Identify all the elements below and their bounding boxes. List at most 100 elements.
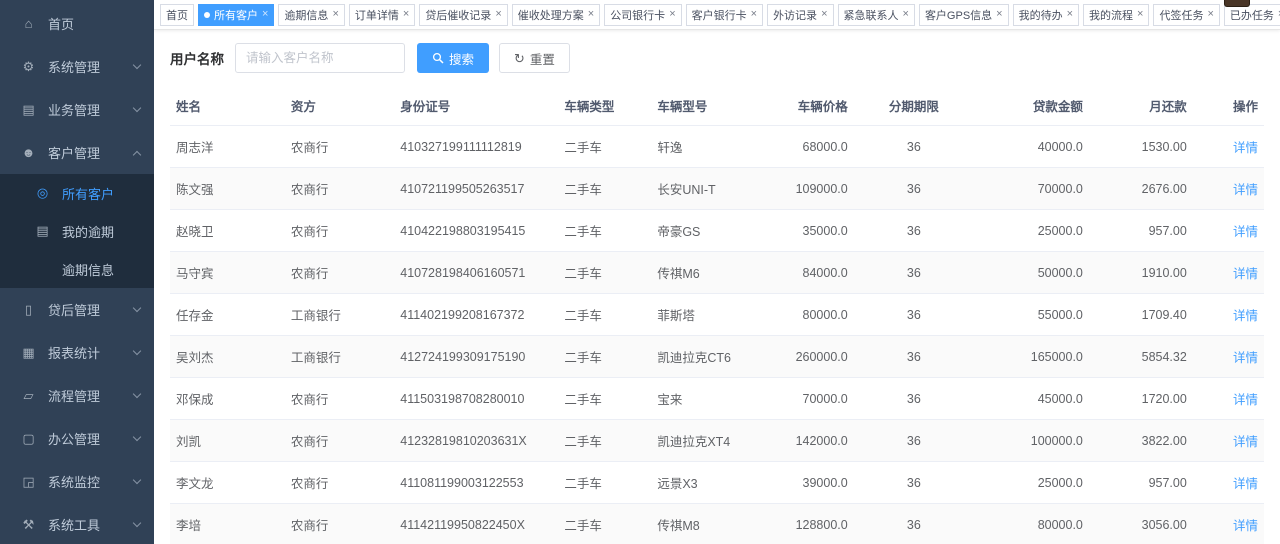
sidebar-subitem-我的逾期[interactable]: ▤我的逾期 [0,212,154,250]
search-button[interactable]: 搜索 [417,43,489,73]
cell-资方: 农商行 [285,378,394,420]
sidebar-item-客户管理[interactable]: ☻客户管理 [0,131,154,174]
cell-操作: 详情 [1193,168,1264,210]
column-header-车辆类型: 车辆类型 [558,86,651,126]
sidebar-item-label: 办公管理 [48,429,100,448]
tab-首页[interactable]: 首页 [160,4,194,26]
sidebar-item-系统工具[interactable]: ⚒系统工具 [0,503,154,544]
cell-姓名: 李文龙 [170,462,285,504]
cell-资方: 农商行 [285,126,394,168]
tab-客户银行卡[interactable]: 客户银行卡× [686,4,763,26]
detail-link[interactable]: 详情 [1233,435,1258,449]
office-icon: ▢ [20,431,37,447]
cell-姓名: 李培 [170,504,285,544]
cell-车辆类型: 二手车 [558,420,651,462]
cell-姓名: 马守宾 [170,252,285,294]
tab-close-icon[interactable]: × [821,9,827,20]
cell-操作: 详情 [1193,294,1264,336]
cell-姓名: 吴刘杰 [170,336,285,378]
detail-link[interactable]: 详情 [1233,267,1258,281]
sidebar-item-首页[interactable]: ⌂首页 [0,2,154,45]
tab-label: 客户GPS信息 [925,7,992,23]
reset-button[interactable]: ↻ 重置 [499,43,570,73]
sidebar-item-label: 流程管理 [48,386,100,405]
content-area: 用户名称 搜索 ↻ 重置 姓名资方身份证号车辆类型车辆型号车辆价格分期期限贷款金… [154,30,1280,544]
cell-资方: 农商行 [285,252,394,294]
cell-身份证号: 410728198406160571 [394,252,558,294]
sidebar-item-label: 业务管理 [48,100,100,119]
column-header-月还款: 月还款 [1089,86,1193,126]
refresh-icon: ↻ [514,52,525,65]
tab-催收处理方案[interactable]: 催收处理方案× [512,4,600,26]
cell-姓名: 赵晓卫 [170,210,285,252]
tab-代签任务[interactable]: 代签任务× [1153,4,1219,26]
cell-分期期限: 36 [854,168,974,210]
tab-贷后催收记录[interactable]: 贷后催收记录× [419,4,507,26]
tab-close-icon[interactable]: × [903,9,909,20]
sidebar-item-系统管理[interactable]: ⚙系统管理 [0,45,154,88]
sidebar-item-业务管理[interactable]: ▤ 业务管理 [0,88,154,131]
detail-link[interactable]: 详情 [1233,183,1258,197]
cell-身份证号: 410327199111112819 [394,126,558,168]
detail-link[interactable]: 详情 [1233,309,1258,323]
chevron-up-icon [133,150,141,158]
tab-close-icon[interactable]: × [332,9,338,20]
tab-close-icon[interactable]: × [751,9,757,20]
cell-资方: 工商银行 [285,336,394,378]
cell-车辆类型: 二手车 [558,336,651,378]
tab-订单详情[interactable]: 订单详情× [349,4,415,26]
table-row: 周志洋农商行410327199111112819二手车轩逸68000.03640… [170,126,1264,168]
sidebar-item-label: 首页 [48,14,74,33]
sidebar-item-流程管理[interactable]: ▱流程管理 [0,374,154,417]
cell-车辆价格: 109000.0 [766,168,854,210]
sidebar: ⌂首页⚙系统管理 ▤ 业务管理 ☻客户管理◎所有客户▤我的逾期逾期信息▯贷后管理▦报表… [0,0,154,544]
detail-link[interactable]: 详情 [1233,519,1258,533]
tab-所有客户[interactable]: 所有客户× [198,4,274,26]
cell-车辆型号: 轩逸 [651,126,766,168]
tab-close-icon[interactable]: × [1067,9,1073,20]
tab-紧急联系人[interactable]: 紧急联系人× [838,4,915,26]
cell-月还款: 1910.00 [1089,252,1193,294]
sidebar-item-办公管理[interactable]: ▢ 办公管理 [0,417,154,460]
detail-link[interactable]: 详情 [1233,477,1258,491]
tab-外访记录[interactable]: 外访记录× [767,4,833,26]
tab-label: 逾期信息 [284,7,328,23]
tab-客户GPS信息[interactable]: 客户GPS信息 × [919,4,1009,26]
tab-close-icon[interactable]: × [1207,9,1213,20]
cell-身份证号: 41142119950822450X [394,504,558,544]
business-icon: ▤ [20,102,37,118]
sidebar-item-label: 所有客户 [62,184,114,203]
tab-close-icon[interactable]: × [262,9,268,20]
tab-close-icon[interactable]: × [588,9,594,20]
cell-贷款金额: 165000.0 [974,336,1089,378]
tab-close-icon[interactable]: × [1137,9,1143,20]
sidebar-item-报表统计[interactable]: ▦报表统计 [0,331,154,374]
tab-close-icon[interactable]: × [403,9,409,20]
detail-link[interactable]: 详情 [1233,393,1258,407]
detail-link[interactable]: 详情 [1233,141,1258,155]
cell-贷款金额: 40000.0 [974,126,1089,168]
sidebar-item-贷后管理[interactable]: ▯贷后管理 [0,288,154,331]
tab-公司银行卡[interactable]: 公司银行卡× [604,4,681,26]
detail-link[interactable]: 详情 [1233,351,1258,365]
cell-月还款: 2676.00 [1089,168,1193,210]
detail-link[interactable]: 详情 [1233,225,1258,239]
sidebar-subitem-所有客户[interactable]: ◎所有客户 [0,174,154,212]
tab-close-icon[interactable]: × [669,9,675,20]
avatar-fragment[interactable] [1224,0,1250,7]
cell-操作: 详情 [1193,252,1264,294]
tab-逾期信息[interactable]: 逾期信息 × [278,4,344,26]
sidebar-subitem-逾期信息[interactable]: 逾期信息 [0,250,154,288]
sidebar-item-系统监控[interactable]: ◲系统监控 [0,460,154,503]
tab-close-icon[interactable]: × [495,9,501,20]
tab-close-icon[interactable]: × [996,9,1002,20]
customer-name-input[interactable] [235,43,405,73]
tab-我的待办[interactable]: 我的待办× [1013,4,1079,26]
report-icon: ▦ [20,345,37,361]
tags-view-bar: 首页所有客户×逾期信息×订单详情×贷后催收记录×催收处理方案×公司银行卡×客户银… [154,0,1280,30]
reset-button-label: 重置 [530,49,555,68]
cell-操作: 详情 [1193,462,1264,504]
tab-我的流程[interactable]: 我的流程× [1083,4,1149,26]
cell-姓名: 陈文强 [170,168,285,210]
cell-操作: 详情 [1193,378,1264,420]
